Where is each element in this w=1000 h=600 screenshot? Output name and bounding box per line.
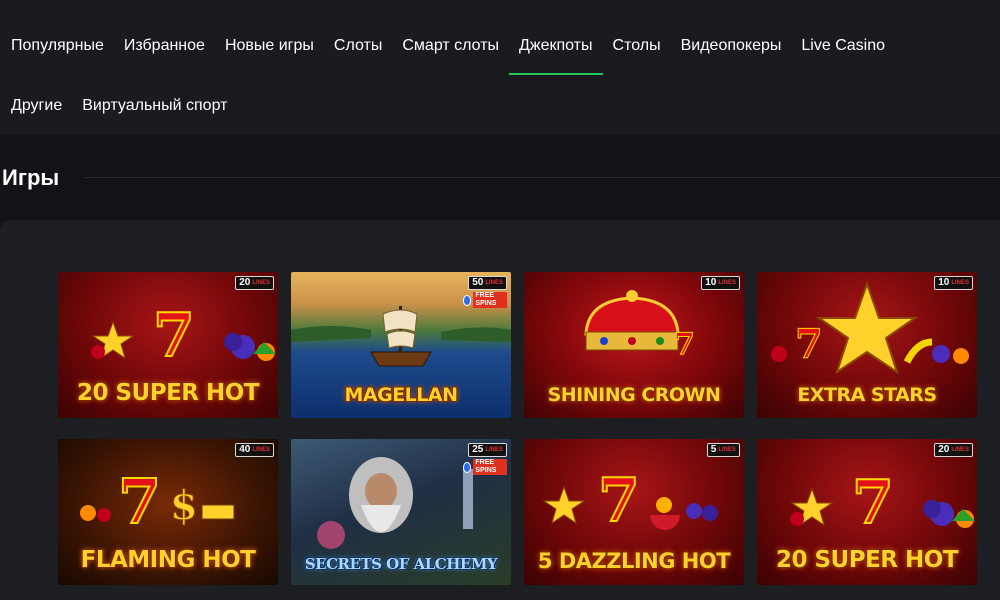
tab-live-casino[interactable]: Live Casino (791, 36, 895, 56)
lines-badge: 40 LINES (235, 443, 274, 457)
lines-label: LINES (951, 280, 969, 286)
game-card-20-super-hot[interactable]: 7 20 LINES 20 SUPER HOT (58, 272, 278, 418)
tab-new-games[interactable]: Новые игры (215, 36, 324, 56)
lines-count: 10 (938, 277, 950, 288)
tab-video-poker[interactable]: Видеопокеры (671, 36, 792, 56)
free-spins-label: FREE SPINS (473, 292, 507, 308)
free-spins-icon (463, 461, 472, 473)
lines-badge: 25 LINES (468, 443, 507, 457)
lines-count: 40 (239, 444, 251, 455)
lines-label: LINES (485, 447, 503, 453)
nav-row-2: Другие Виртуальный спорт (0, 96, 237, 116)
tab-favorites[interactable]: Избранное (114, 36, 215, 56)
svg-text:7: 7 (674, 327, 695, 362)
tab-jackpots[interactable]: Джекпоты (509, 36, 604, 75)
section-header: Игры (0, 162, 1000, 192)
section-title: Игры (2, 165, 60, 190)
lines-count: 50 (472, 277, 484, 288)
svg-text:7: 7 (153, 301, 195, 371)
lines-label: LINES (252, 280, 270, 286)
lines-count: 25 (472, 444, 484, 455)
nav-row-1: Популярные Избранное Новые игры Слоты См… (0, 36, 895, 75)
game-title: EXTRA STARS (797, 384, 937, 406)
lines-badge: 20 LINES (934, 443, 973, 457)
game-card-flaming-hot[interactable]: 7 $ 40 LINES FLAMING HOT (58, 439, 278, 585)
game-title: 20 SUPER HOT (775, 547, 959, 573)
free-spins-icon (463, 294, 472, 306)
game-title: 20 SUPER HOT (76, 380, 260, 406)
lines-count: 20 (239, 277, 251, 288)
lines-badge: 10 LINES (701, 276, 740, 290)
lines-count: 20 (938, 444, 950, 455)
game-card-5-dazzling-hot[interactable]: 7 5 LINES 5 DAZZLING HOT (524, 439, 744, 585)
free-spins-badge: FREE SPINS (463, 459, 507, 475)
lines-label: LINES (485, 280, 503, 286)
game-title: FLAMING HOT (80, 547, 256, 573)
lines-label: LINES (718, 280, 736, 286)
game-card-shining-crown[interactable]: 7 10 LINES SHINING CROWN (524, 272, 744, 418)
game-card-magellan[interactable]: 50 LINES FREE SPINS MAGELLAN (291, 272, 511, 418)
lines-badge: 5 LINES (706, 443, 740, 457)
lines-label: LINES (718, 447, 736, 453)
svg-text:7: 7 (795, 321, 823, 368)
tab-smart-slots[interactable]: Смарт слоты (392, 36, 509, 56)
lines-badge: 20 LINES (235, 276, 274, 290)
lines-badge: 10 LINES (934, 276, 973, 290)
tab-slots[interactable]: Слоты (324, 36, 392, 56)
lines-label: LINES (951, 447, 969, 453)
game-title: MAGELLAN (344, 384, 458, 406)
svg-text:7: 7 (852, 468, 894, 538)
svg-text:$: $ (170, 482, 198, 529)
lines-label: LINES (252, 447, 270, 453)
game-card-extra-stars[interactable]: 7 10 LINES EXTRA STARS (757, 272, 977, 418)
game-title: SHINING CROWN (547, 384, 721, 406)
tab-other[interactable]: Другие (0, 96, 72, 116)
tab-tables[interactable]: Столы (603, 36, 671, 56)
tab-popular[interactable]: Популярные (0, 36, 114, 56)
lines-count: 5 (710, 444, 717, 455)
lines-count: 10 (705, 277, 717, 288)
svg-text:7: 7 (598, 466, 640, 536)
svg-text:7: 7 (118, 465, 161, 538)
game-card-20-super-hot-2[interactable]: 7 20 LINES 20 SUPER HOT (757, 439, 977, 585)
games-grid: 7 20 LINES 20 SUPER HOT 50 LINES FREE SPIN… (58, 272, 977, 585)
free-spins-badge: FREE SPINS (463, 292, 507, 308)
game-title: SECRETS OF ALCHEMY (304, 555, 498, 573)
section-divider (84, 177, 1000, 178)
lines-badge: 50 LINES (468, 276, 507, 290)
free-spins-label: FREE SPINS (473, 459, 507, 475)
game-card-secrets-of-alchemy[interactable]: 25 LINES FREE SPINS SECRETS OF ALCHEMY (291, 439, 511, 585)
tab-virtual-sport[interactable]: Виртуальный спорт (72, 96, 237, 116)
category-nav: Популярные Избранное Новые игры Слоты См… (0, 0, 1000, 135)
game-title: 5 DAZZLING HOT (537, 549, 731, 573)
